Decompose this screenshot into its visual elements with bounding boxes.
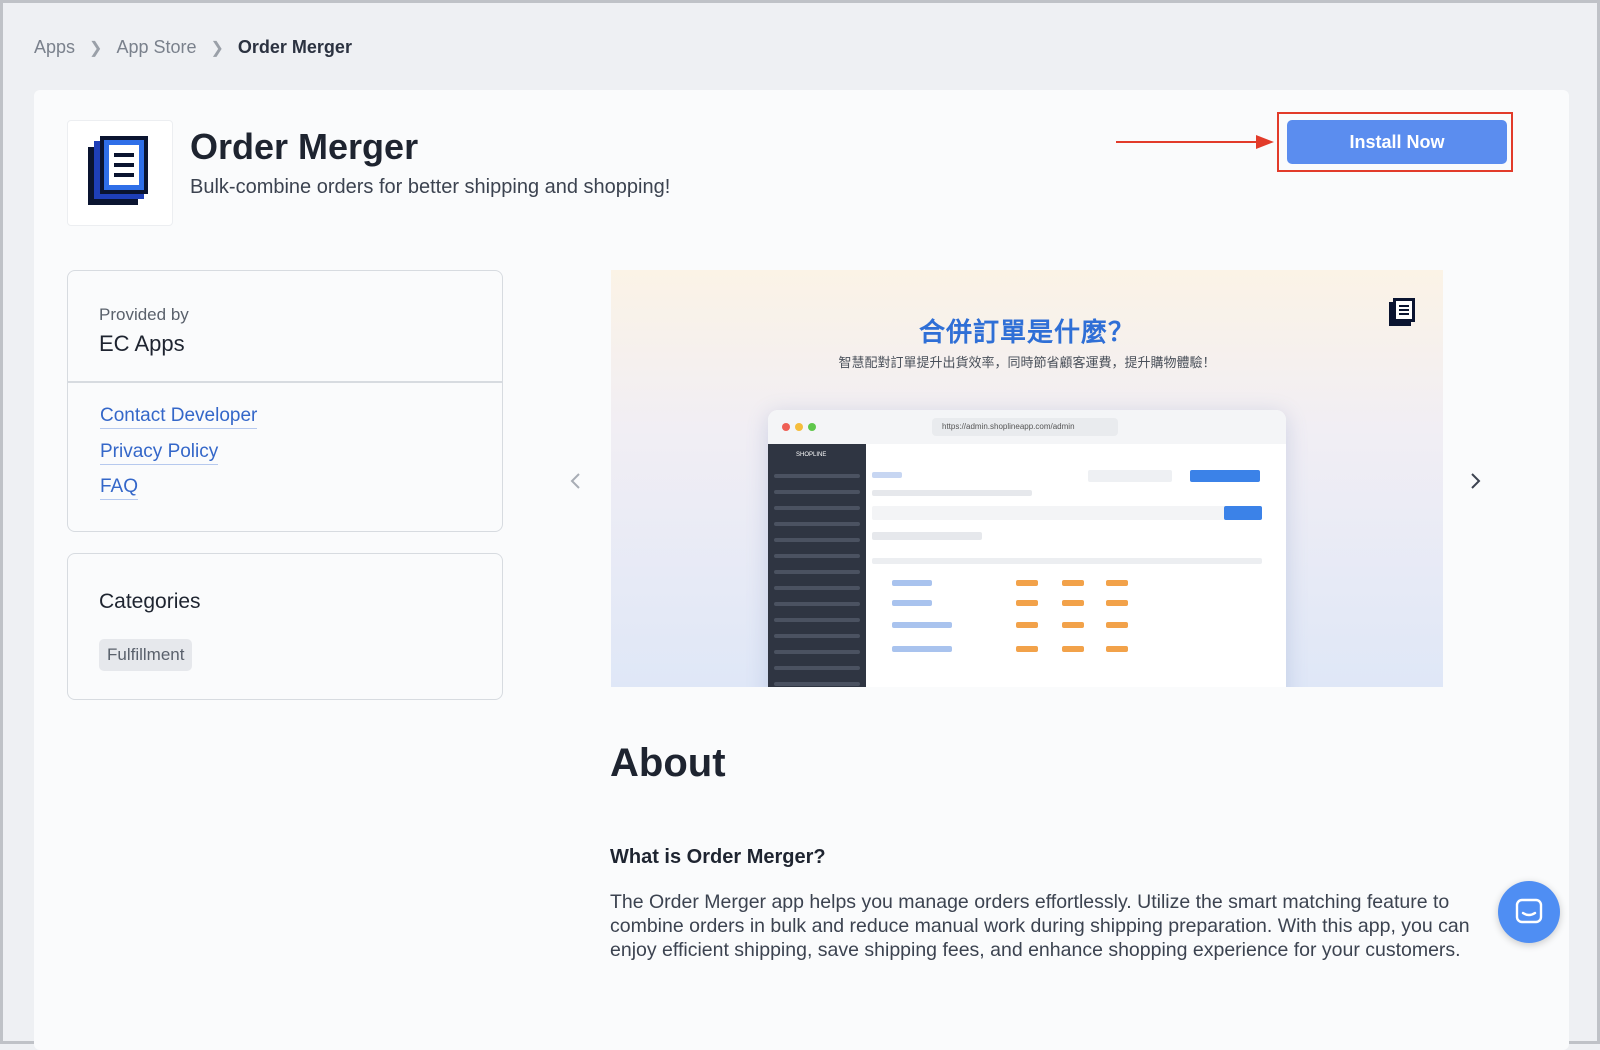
app-logo: [67, 120, 173, 226]
screenshot-banner: 合併訂單是什麼？ 智慧配對訂單提升出貨效率，同時節省顧客運費，提升購物體驗！ h…: [611, 270, 1443, 687]
maximize-dot-icon: [808, 423, 816, 431]
brand-label: SHOPLINE: [796, 452, 827, 458]
browser-mockup: https://admin.shoplineapp.com/admin SHOP…: [768, 410, 1286, 687]
breadcrumb-apps[interactable]: Apps: [34, 37, 75, 58]
banner-subtitle: 智慧配對訂單提升出貨效率，同時節省顧客運費，提升購物體驗！: [838, 355, 1216, 370]
chat-launcher-button[interactable]: [1498, 881, 1560, 943]
chevron-right-icon: [1471, 473, 1481, 489]
category-chip[interactable]: Fulfillment: [99, 639, 193, 671]
provider-panel: Provided by EC Apps Contact Developer Pr…: [67, 270, 503, 532]
document-stack-icon: [88, 136, 148, 205]
chevron-right-icon: ❯: [89, 39, 103, 57]
categories-panel: Categories Fulfillment: [67, 553, 503, 700]
minimize-dot-icon: [795, 423, 803, 431]
arrow-right-icon: [1116, 135, 1274, 149]
breadcrumb: Apps ❯ App Store ❯ Order Merger: [34, 37, 352, 58]
chat-icon: [1515, 898, 1543, 924]
provider-name: EC Apps: [99, 331, 185, 356]
browser-toolbar: https://admin.shoplineapp.com/admin: [768, 410, 1286, 445]
admin-sidebar: SHOPLINE: [768, 444, 866, 687]
app-detail-card: Order Merger Bulk-combine orders for bet…: [34, 90, 1569, 1050]
chevron-right-icon: ❯: [210, 39, 224, 57]
breadcrumb-current: Order Merger: [237, 37, 352, 57]
about-question: What is Order Merger?: [610, 846, 826, 868]
carousel-next-button[interactable]: [1461, 466, 1491, 496]
contact-developer-link[interactable]: Contact Developer: [100, 405, 258, 429]
app-title: Order Merger: [190, 126, 419, 167]
admin-content: [866, 444, 1286, 687]
document-icon: [1389, 298, 1415, 326]
about-heading: About: [610, 741, 726, 785]
about-body: The Order Merger app helps you manage or…: [610, 891, 1470, 961]
carousel-prev-button[interactable]: [560, 466, 590, 496]
faq-link[interactable]: FAQ: [100, 476, 139, 500]
banner-title: 合併訂單是什麼？: [918, 317, 1135, 347]
app-subtitle: Bulk-combine orders for better shipping …: [190, 176, 671, 198]
chevron-left-icon: [570, 473, 580, 489]
divider: [68, 381, 502, 383]
close-dot-icon: [782, 423, 790, 431]
url-bar: https://admin.shoplineapp.com/admin: [932, 418, 1118, 436]
breadcrumb-app-store[interactable]: App Store: [116, 37, 196, 58]
privacy-policy-link[interactable]: Privacy Policy: [100, 441, 219, 465]
provided-by-label: Provided by: [99, 305, 189, 324]
install-now-button[interactable]: Install Now: [1287, 120, 1507, 164]
categories-title: Categories: [99, 590, 201, 613]
